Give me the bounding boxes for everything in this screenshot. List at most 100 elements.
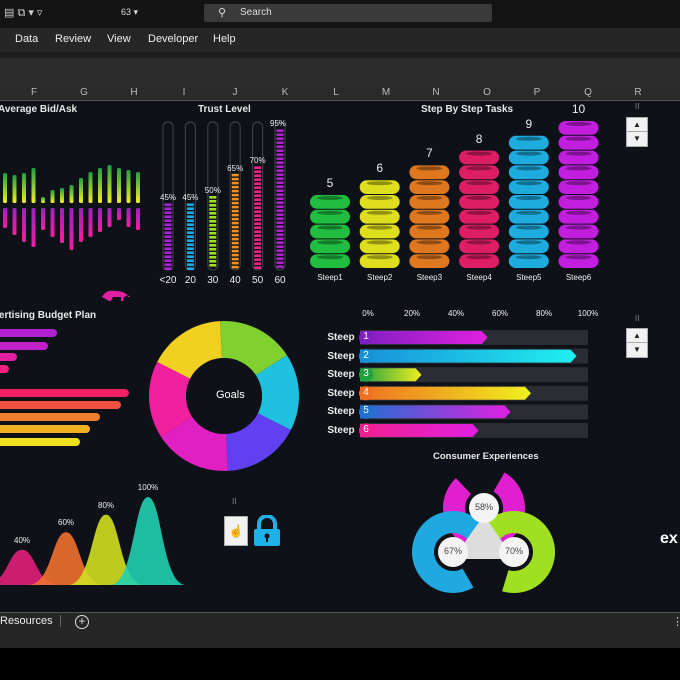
menu-data[interactable]: Data <box>15 33 38 45</box>
add-sheet-button[interactable]: + <box>75 615 89 629</box>
bid-bar <box>31 168 36 203</box>
trust-fill-segment <box>231 237 239 241</box>
trust-value-label: 45% <box>159 193 177 203</box>
trust-fill-segment <box>276 261 284 264</box>
column-header[interactable]: Q <box>584 87 592 98</box>
bid-bar <box>3 173 7 203</box>
ribbon-menu: Data Review View Developer Help <box>0 28 680 52</box>
trust-fill-segment <box>231 213 239 217</box>
step-ring-hole <box>466 210 493 215</box>
trust-fill-segment <box>276 213 284 216</box>
step-ring-hole <box>366 255 393 260</box>
scroll-toggle-button[interactable]: ☝ <box>224 516 248 546</box>
trust-fill-segment <box>164 259 172 262</box>
column-header[interactable]: N <box>432 87 439 98</box>
column-header[interactable]: M <box>382 87 390 98</box>
trust-fill-segment <box>254 198 262 201</box>
step-ring-hole <box>317 240 343 245</box>
column-header[interactable]: O <box>483 87 491 98</box>
spin-down-button[interactable]: ▼ <box>627 343 647 357</box>
spin-up-button[interactable]: ▲ <box>627 118 647 132</box>
column-header[interactable]: I <box>183 87 186 98</box>
trust-fill-segment <box>276 253 284 256</box>
budget-title: Advertising Budget Plan <box>0 310 97 321</box>
column-header[interactable]: L <box>333 87 339 98</box>
sheet-tab-resources[interactable]: Resources <box>0 615 61 627</box>
column-header[interactable]: H <box>130 87 137 98</box>
formula-bar[interactable] <box>0 52 680 86</box>
menu-developer[interactable]: Developer <box>148 33 198 45</box>
step-axis-label: Steep3 <box>416 273 443 282</box>
more-options-icon[interactable]: ⋮ <box>672 615 680 628</box>
lock-icon[interactable] <box>252 514 282 552</box>
trust-fill-segment <box>186 219 194 222</box>
progress-axis-label: 40% <box>447 309 465 318</box>
progress-axis-label: 20% <box>403 309 421 318</box>
budget-bar <box>0 401 121 409</box>
spin-down-button[interactable]: ▼ <box>627 132 647 146</box>
trust-fill-segment <box>276 257 284 260</box>
step-ring-hole <box>565 166 592 171</box>
column-header[interactable]: R <box>634 87 641 98</box>
column-header[interactable]: K <box>282 87 289 98</box>
step-ring-hole <box>416 166 443 171</box>
wave-label: 60% <box>57 518 75 528</box>
trust-fill-segment <box>231 193 239 197</box>
bid-bar <box>79 178 83 203</box>
column-header[interactable]: P <box>534 87 541 98</box>
progress-number: 4 <box>363 386 369 398</box>
trust-fill-segment <box>276 145 284 148</box>
progress-number: 5 <box>363 405 369 417</box>
bear-icon <box>102 290 130 301</box>
trust-value-label: 45% <box>182 193 199 203</box>
menu-review[interactable]: Review <box>55 33 91 45</box>
trust-fill-segment <box>164 251 172 254</box>
trust-fill-segment <box>254 182 262 185</box>
step-axis-label: Steep6 <box>565 273 592 282</box>
trust-fill-segment <box>231 177 239 181</box>
step-axis-label: Steep5 <box>516 273 542 282</box>
step-ring-hole <box>466 196 493 200</box>
steps-spinner[interactable]: ▲ ▼ <box>626 117 648 147</box>
trust-fill-segment <box>209 220 217 223</box>
step-value-label: 10 <box>571 102 586 116</box>
ask-bar <box>88 208 93 237</box>
step-ring-hole <box>565 240 592 245</box>
bid-bar <box>88 172 93 203</box>
trust-fill-segment <box>164 215 172 218</box>
bid-bar <box>107 165 112 203</box>
trust-fill-segment <box>209 196 217 199</box>
step-ring-hole <box>515 196 542 200</box>
consumer-value: 58% <box>474 502 494 512</box>
progress-row-label: Steep <box>327 425 355 436</box>
trust-fill-segment <box>209 248 217 251</box>
trust-fill-segment <box>254 210 262 213</box>
trust-fill-segment <box>164 211 172 214</box>
column-header[interactable]: F <box>31 87 37 98</box>
sheet-tab-bar: Resources + ⋮ <box>0 612 680 648</box>
search-box[interactable]: ⚲ Search <box>204 4 492 22</box>
menu-view[interactable]: View <box>107 33 131 45</box>
progress-spinner[interactable]: ▲ ▼ <box>626 328 648 358</box>
step-ring-hole <box>416 255 443 260</box>
step-ring-hole <box>366 240 393 245</box>
step-ring-hole <box>466 225 493 230</box>
menu-help[interactable]: Help <box>213 33 236 45</box>
trust-axis-label: <20 <box>159 275 177 286</box>
trust-fill-segment <box>231 253 239 257</box>
trust-fill-segment <box>231 233 239 237</box>
column-header[interactable]: J <box>233 87 238 98</box>
trust-fill-segment <box>254 266 262 269</box>
trust-fill-segment <box>209 200 217 203</box>
trust-fill-segment <box>231 221 239 225</box>
column-header[interactable]: G <box>80 87 88 98</box>
trust-fill-segment <box>254 178 262 181</box>
wave-label: 80% <box>97 500 115 510</box>
trust-fill-segment <box>254 190 262 193</box>
ask-bar <box>98 208 102 232</box>
consumer-title: Consumer Experiences <box>433 451 539 462</box>
spin-up-button[interactable]: ▲ <box>627 329 647 343</box>
trust-fill-segment <box>276 229 284 232</box>
font-size-dropdown[interactable]: 63 ▾ <box>121 7 138 18</box>
quick-access-icons[interactable]: ▤ ⧉ ▾ ▿ <box>4 6 42 20</box>
